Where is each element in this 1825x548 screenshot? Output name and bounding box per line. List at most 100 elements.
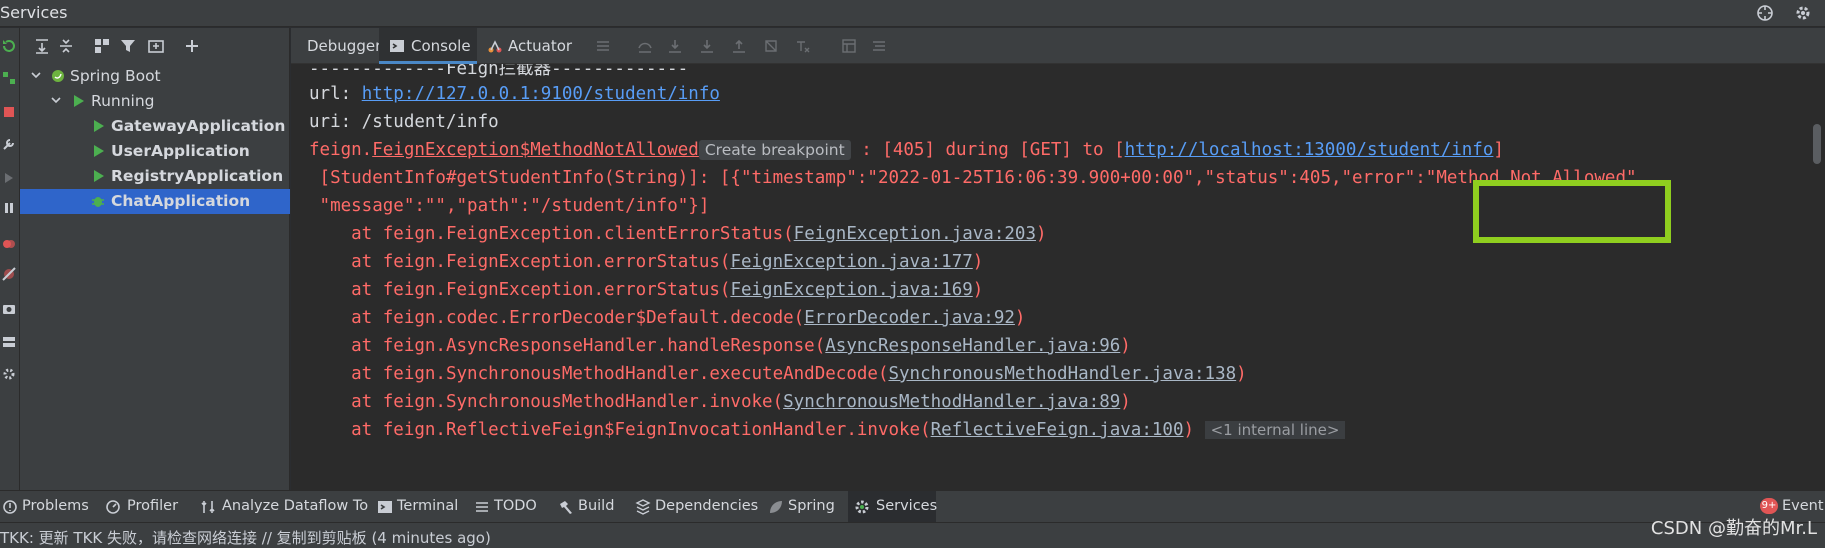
tab-label: Dependencies xyxy=(655,498,759,514)
step-over-icon[interactable] xyxy=(637,38,653,54)
source-link[interactable]: ReflectiveFeign.java:100 xyxy=(931,420,1184,440)
tab-services[interactable]: Services xyxy=(848,491,938,523)
debug-bug-icon xyxy=(92,197,104,207)
tab-analyze-dataflow[interactable]: Analyze Dataflow To xyxy=(200,491,368,523)
layout-icon[interactable] xyxy=(1,334,17,350)
stack-frame-text: at feign.SynchronousMethodHandler.invoke… xyxy=(309,392,784,412)
stack-frame-line: at feign.FeignException.errorStatus(Feig… xyxy=(309,280,983,300)
breakpoints-icon[interactable] xyxy=(1,236,17,252)
tab-label: Services xyxy=(876,498,938,514)
stack-frame-text: at feign.FeignException.clientErrorStatu… xyxy=(309,224,794,244)
url-link[interactable]: http://127.0.0.1:9100/student/info xyxy=(362,84,720,104)
drop-frame-icon[interactable] xyxy=(763,38,779,54)
resume-icon[interactable] xyxy=(1,170,17,186)
wrench-icon[interactable] xyxy=(1,136,17,152)
gear-icon[interactable] xyxy=(1792,2,1814,24)
tab-todo[interactable]: TODO xyxy=(472,491,537,523)
stack-frame-line: at feign.SynchronousMethodHandler.invoke… xyxy=(309,392,1131,412)
crosshair-icon[interactable] xyxy=(1754,2,1776,24)
internal-lines-tag[interactable]: <1 internal line> xyxy=(1204,421,1346,439)
trace-icon[interactable] xyxy=(871,38,887,54)
tab-actuator[interactable]: Actuator xyxy=(477,28,577,64)
run-icon xyxy=(94,120,104,132)
tree-node-chat-application[interactable]: ChatApplication xyxy=(20,189,290,214)
scrollbar-thumb[interactable] xyxy=(1813,124,1821,164)
stack-frame-text: at feign.FeignException.errorStatus( xyxy=(309,252,731,272)
create-breakpoint-hint[interactable]: Create breakpoint xyxy=(698,140,851,160)
event-count-badge: 9+ xyxy=(1760,498,1778,514)
stack-frame-text: ) xyxy=(1236,364,1247,384)
pause-icon[interactable] xyxy=(1,200,17,216)
tab-problems[interactable]: Problems xyxy=(0,491,96,523)
tab-terminal[interactable]: Terminal xyxy=(375,491,458,523)
terminal-icon xyxy=(378,501,392,513)
evaluate-icon[interactable] xyxy=(841,38,857,54)
stack-frame-text: at feign.codec.ErrorDecoder$Default.deco… xyxy=(309,308,805,328)
tab-label: Problems xyxy=(22,498,89,514)
tree-node-gateway-application[interactable]: GatewayApplication xyxy=(20,114,290,139)
stack-frame-line: at feign.FeignException.clientErrorStatu… xyxy=(309,224,1046,244)
tool-window-title: Services xyxy=(0,3,68,22)
group-services-icon[interactable] xyxy=(92,36,112,56)
tab-label: Analyze Dataflow To xyxy=(222,498,369,514)
highlight-annotation-box xyxy=(1473,180,1671,243)
tab-build[interactable]: Build xyxy=(556,491,616,523)
rerun-icon[interactable] xyxy=(1,38,17,54)
add-service-icon[interactable] xyxy=(182,36,202,56)
chevron-down-icon[interactable] xyxy=(30,69,42,81)
tab-spring[interactable]: Spring xyxy=(766,491,836,523)
console-line: -------------Feign拦截器------------- xyxy=(309,64,689,79)
source-link[interactable]: FeignException.java:177 xyxy=(730,252,972,272)
tab-debugger[interactable]: Debugger xyxy=(291,28,381,64)
source-link[interactable]: ErrorDecoder.java:92 xyxy=(804,308,1015,328)
console-panel: Debugger Console Actuator -------------F… xyxy=(291,28,1825,490)
stop-icon[interactable] xyxy=(1,104,17,120)
status-bar: TKK: 更新 TKK 失败，请检查网络连接 // 复制到剪贴板 (4 minu… xyxy=(0,522,1825,548)
chevron-down-icon[interactable] xyxy=(50,94,62,106)
hammer-icon xyxy=(560,501,572,514)
tree-node-running[interactable]: Running xyxy=(20,89,290,114)
collapse-all-icon[interactable] xyxy=(56,36,76,56)
tree-node-label: ChatApplication xyxy=(111,192,251,210)
console-text: feign. xyxy=(309,140,373,160)
services-tree-panel: Spring Boot Running GatewayApplication U… xyxy=(20,28,290,490)
tree-node-spring-boot[interactable]: Spring Boot xyxy=(20,64,290,89)
url-link[interactable]: http://localhost:13000/student/info xyxy=(1125,140,1494,160)
expand-all-icon[interactable] xyxy=(32,36,52,56)
run-dashboard-icon[interactable] xyxy=(1,70,17,86)
services-tree-toolbar xyxy=(20,28,290,62)
tab-label: Actuator xyxy=(508,37,573,55)
status-message[interactable]: TKK: 更新 TKK 失败，请检查网络连接 // 复制到剪贴板 (4 minu… xyxy=(0,527,491,548)
tab-console[interactable]: Console xyxy=(379,28,477,64)
settings-icon[interactable] xyxy=(1,366,17,382)
stack-frame-text: ) xyxy=(972,280,984,300)
stack-frame-line: at feign.SynchronousMethodHandler.execut… xyxy=(309,364,1247,384)
run-to-cursor-icon[interactable] xyxy=(795,38,811,54)
tab-profiler[interactable]: Profiler xyxy=(103,491,195,523)
tree-node-registry-application[interactable]: RegistryApplication xyxy=(20,164,290,189)
tree-node-user-application[interactable]: UserApplication xyxy=(20,139,290,164)
source-link[interactable]: SynchronousMethodHandler.java:138 xyxy=(888,364,1236,384)
stack-frame-text: at feign.AsyncResponseHandler.handleResp… xyxy=(309,336,826,356)
tree-node-label: UserApplication xyxy=(111,142,250,160)
stack-frame-text: at feign.ReflectiveFeign$FeignInvocation… xyxy=(309,420,931,440)
tab-dependencies[interactable]: Dependencies xyxy=(633,491,758,523)
source-link[interactable]: SynchronousMethodHandler.java:89 xyxy=(783,392,1120,412)
exception-class-link[interactable]: FeignException$MethodNotAllowed xyxy=(372,140,699,160)
mute-breakpoints-icon[interactable] xyxy=(1,266,17,282)
stack-frame-text: at feign.SynchronousMethodHandler.execut… xyxy=(309,364,889,384)
bottom-tool-tabs: Problems Profiler Analyze Dataflow To Te… xyxy=(0,490,1825,523)
new-tab-icon[interactable] xyxy=(146,36,166,56)
stack-frame-text: ) xyxy=(1120,336,1131,356)
camera-icon[interactable] xyxy=(1,300,17,316)
source-link[interactable]: AsyncResponseHandler.java:96 xyxy=(825,336,1120,356)
step-out-icon[interactable] xyxy=(731,38,747,54)
menu-lines-icon[interactable] xyxy=(595,38,611,54)
force-step-into-icon[interactable] xyxy=(699,38,715,54)
console-output[interactable]: -------------Feign拦截器------------- url: … xyxy=(291,64,1825,490)
step-into-icon[interactable] xyxy=(667,38,683,54)
source-link[interactable]: FeignException.java:169 xyxy=(730,280,972,300)
stack-frame-text: ) xyxy=(1183,420,1195,440)
source-link[interactable]: FeignException.java:203 xyxy=(794,224,1036,244)
filter-icon[interactable] xyxy=(118,36,138,56)
